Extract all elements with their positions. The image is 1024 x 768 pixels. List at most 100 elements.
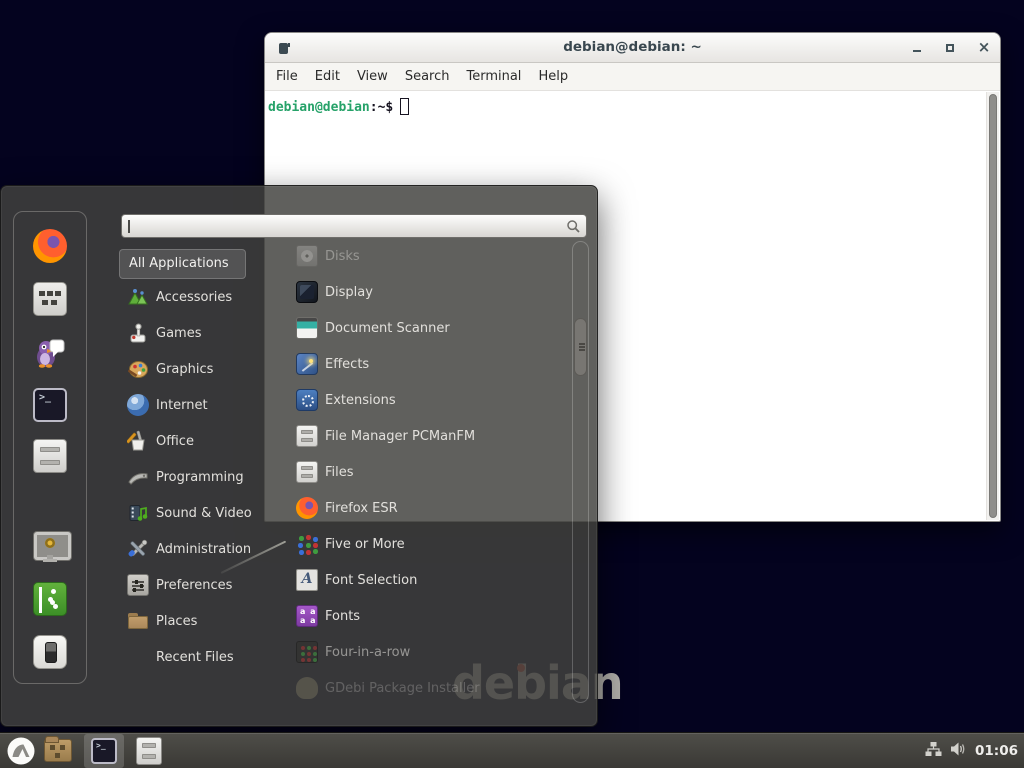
- category-label: Preferences: [156, 578, 232, 593]
- category-administration[interactable]: Administration: [119, 531, 281, 567]
- four-in-a-row-icon: [296, 641, 318, 663]
- shutdown-icon: [33, 635, 67, 669]
- graphics-icon: [127, 358, 149, 380]
- menu-view[interactable]: View: [357, 69, 388, 84]
- internet-globe-icon: [127, 394, 149, 416]
- category-label: Internet: [156, 398, 208, 413]
- all-applications-button[interactable]: All Applications: [119, 249, 246, 279]
- app-label: Extensions: [325, 393, 396, 408]
- category-label: Accessories: [156, 290, 232, 305]
- category-preferences[interactable]: Preferences: [119, 567, 281, 603]
- category-sound-video[interactable]: Sound & Video: [119, 495, 281, 531]
- taskbar: 01:06: [0, 732, 1024, 768]
- category-label: Places: [156, 614, 197, 629]
- favorite-software[interactable]: [33, 282, 67, 316]
- file-cabinet-icon: [33, 439, 67, 473]
- terminal-title: debian@debian: ~: [265, 39, 1000, 55]
- application-menu: All Applications Accessories: [0, 185, 598, 727]
- prompt-suffix: :~$: [370, 100, 393, 115]
- accessories-icon: [127, 286, 149, 308]
- apps-scrollbar-thumb[interactable]: [574, 318, 587, 376]
- app-item-pcmanfm[interactable]: File Manager PCManFM: [284, 418, 570, 454]
- taskbar-clock[interactable]: 01:06: [975, 743, 1018, 759]
- favorite-terminal[interactable]: [33, 388, 67, 422]
- app-label: Disks: [325, 249, 360, 264]
- category-accessories[interactable]: Accessories: [119, 279, 281, 315]
- category-places[interactable]: Places: [119, 603, 281, 639]
- document-scanner-icon: [296, 317, 318, 339]
- app-label: GDebi Package Installer: [325, 681, 480, 696]
- terminal-scrollbar-thumb[interactable]: [989, 94, 997, 518]
- menu-search[interactable]: Search: [405, 69, 450, 84]
- app-item-extensions[interactable]: Extensions: [284, 382, 570, 418]
- app-item-display[interactable]: Display: [284, 274, 570, 310]
- category-graphics[interactable]: Graphics: [119, 351, 281, 387]
- category-label: Administration: [156, 542, 251, 557]
- app-item-document-scanner[interactable]: Document Scanner: [284, 310, 570, 346]
- volume-icon[interactable]: [950, 741, 967, 761]
- preferences-icon: [127, 574, 149, 596]
- apps-scrollbar[interactable]: [572, 241, 589, 703]
- extensions-gear-icon: [296, 389, 318, 411]
- category-recent-files[interactable]: Recent Files: [119, 639, 281, 675]
- terminal-titlebar[interactable]: debian@debian: ~ ×: [265, 33, 1000, 63]
- file-manager-launcher[interactable]: [44, 739, 72, 762]
- favorite-file-manager[interactable]: [33, 439, 67, 473]
- search-input[interactable]: [121, 214, 587, 238]
- firefox-icon: [296, 497, 318, 519]
- menu-edit[interactable]: Edit: [315, 69, 340, 84]
- category-games[interactable]: Games: [119, 315, 281, 351]
- menu-file[interactable]: File: [276, 69, 298, 84]
- favorite-pidgin[interactable]: [33, 335, 67, 369]
- display-icon: [296, 281, 318, 303]
- terminal-task-button[interactable]: [84, 734, 124, 768]
- app-item-firefox-esr[interactable]: Firefox ESR: [284, 490, 570, 526]
- app-label: Five or More: [325, 537, 405, 552]
- programming-icon: [127, 466, 149, 488]
- favorite-lock-screen[interactable]: [33, 530, 67, 564]
- files-icon: [296, 461, 318, 483]
- menu-help[interactable]: Help: [538, 69, 568, 84]
- font-selection-icon: [296, 569, 318, 591]
- prompt-user: debian@debian: [268, 100, 370, 115]
- favorite-shutdown[interactable]: [33, 635, 67, 669]
- app-item-font-selection[interactable]: Font Selection: [284, 562, 570, 598]
- fonts-icon: [296, 605, 318, 627]
- terminal-prompt: debian@debian:~$: [268, 98, 409, 115]
- category-label: Games: [156, 326, 201, 341]
- app-item-four-in-a-row[interactable]: Four-in-a-row: [284, 634, 570, 670]
- terminal-menubar: File Edit View Search Terminal Help: [265, 63, 1000, 91]
- app-item-effects[interactable]: Effects: [284, 346, 570, 382]
- application-list: Disks Display Document Scanner Effects E…: [284, 238, 570, 706]
- category-programming[interactable]: Programming: [119, 459, 281, 495]
- app-item-fonts[interactable]: Fonts: [284, 598, 570, 634]
- menu-terminal[interactable]: Terminal: [466, 69, 521, 84]
- favorite-logout[interactable]: [33, 582, 67, 616]
- app-label: Effects: [325, 357, 369, 372]
- app-label: Document Scanner: [325, 321, 450, 336]
- logout-icon: [33, 582, 67, 616]
- app-item-disks[interactable]: Disks: [284, 238, 570, 274]
- category-office[interactable]: Office: [119, 423, 281, 459]
- app-item-gdebi[interactable]: GDebi Package Installer: [284, 670, 570, 706]
- text-caret: [128, 220, 130, 233]
- disks-icon: [296, 245, 318, 267]
- files-launcher[interactable]: [136, 737, 162, 765]
- category-internet[interactable]: Internet: [119, 387, 281, 423]
- terminal-icon: [33, 388, 67, 422]
- close-button[interactable]: ×: [976, 40, 992, 56]
- category-list: Accessories Games: [119, 279, 281, 675]
- minimize-button[interactable]: [909, 40, 925, 56]
- app-label: Files: [325, 465, 354, 480]
- favorite-firefox[interactable]: [33, 229, 67, 263]
- firefox-icon: [33, 229, 67, 263]
- category-label: Sound & Video: [156, 506, 252, 521]
- lock-screen-icon: [33, 530, 67, 564]
- network-icon[interactable]: [925, 741, 942, 761]
- terminal-scrollbar[interactable]: [986, 92, 999, 520]
- menu-button[interactable]: [6, 736, 36, 766]
- app-item-files[interactable]: Files: [284, 454, 570, 490]
- all-applications-label: All Applications: [129, 256, 229, 271]
- maximize-button[interactable]: [942, 40, 958, 56]
- app-item-five-or-more[interactable]: Five or More: [284, 526, 570, 562]
